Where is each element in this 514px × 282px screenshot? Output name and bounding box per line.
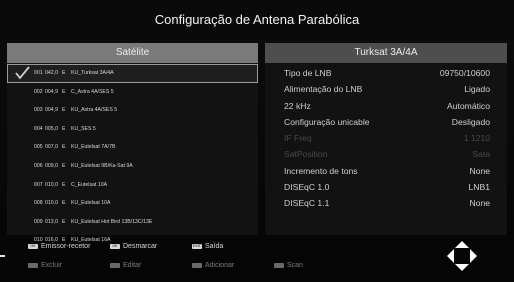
satellite-num: 004 [34,125,43,132]
satellite-name: KU_SES 5 [71,125,96,132]
setting-label: DISEqC 1.0 [284,182,330,193]
setting-value: Automático [447,100,490,111]
settings-list: Tipo de LNB 09750/10600 Alimentação do LNB… [265,65,507,212]
satellite-row[interactable]: 006 009,0 E KU_Eutelsat 9B/Ka-Sat 9A [7,157,258,176]
satellite-list: 001 042,0 E KU_Turksat 3A/4A 002 004,9 E C_Astr… [7,64,258,250]
legend-item-excluir: Excluir [28,260,62,272]
button-legend: OK Emissor-recetor OK Desmarcar EXIT Saída … [0,240,514,282]
satellite-deg: 010,0 [45,200,58,207]
setting-row[interactable]: 22 kHz Automático [265,98,507,114]
setting-value: 1 1210 [463,133,490,144]
setting-label: DISEqC 1.1 [284,198,330,209]
satellite-name: C_Eutelsat 10A [71,181,108,188]
satellite-dir: E [62,144,66,151]
satellite-name: KU_Eutelsat 7A/7B [71,144,116,151]
setting-value: None [469,165,490,176]
ok-key-icon: OK [110,243,120,249]
satellite-num: 007 [34,181,43,188]
satellite-num: 003 [34,107,43,114]
satellite-num: 001 [34,70,43,76]
legend-item-saida: EXIT Saída [192,243,224,250]
color-key-icon [110,262,120,268]
setting-value: Desligado [451,116,490,127]
satellite-dir: E [62,88,66,95]
satellite-row[interactable]: 001 042,0 E KU_Turksat 3A/4A [7,64,258,83]
setting-label: Configuração unicable [284,116,370,127]
satellite-deg: 004,9 [45,107,58,114]
satellite-name: KU_Eutelsat 10A [71,200,111,207]
setting-row[interactable]: Incremento de tons None [265,163,507,179]
color-key-icon [192,262,202,268]
setting-row: IF Freq 1 1210 [265,130,507,146]
setting-value: None [469,198,490,209]
satellite-settings-panel: Turksat 3A/4A Tipo de LNB 09750/10600 Alim… [265,43,507,235]
satellite-num: 005 [34,144,43,151]
satellite-num: 002 [34,88,43,95]
page-title: Configuração de Antena Parabólica [0,0,514,40]
satellite-row[interactable]: 003 004,9 E KU_Astra 4A/SES 5 [7,101,258,120]
check-icon [15,66,30,80]
satellite-name: KU_Eutelsat Hot Bird 13B/13C/13E [71,218,153,225]
satellite-name: KU_Turksat 3A/4A [71,70,114,76]
satellite-name: KU_Astra 4A/SES 5 [71,107,118,114]
settings-panel-title: Turksat 3A/4A [265,43,507,63]
satellite-row[interactable]: 009 013,0 E KU_Eutelsat Hot Bird 13B/13C/13… [7,213,258,232]
setting-row: SatPosition Sata [265,146,507,162]
satellite-panel-title: Satélite [7,43,258,63]
satellite-dir: E [62,181,66,188]
ok-key-icon: OK [28,243,38,249]
satellite-deg: 009,0 [45,162,58,169]
satellite-deg: 004,9 [45,88,58,95]
color-key-icon [28,262,38,268]
satellite-row[interactable]: 007 010,0 E C_Eutelsat 10A [7,176,258,195]
setting-value: 09750/10600 [439,68,490,78]
satellite-row[interactable]: 002 004,9 E C_Astra 4A/SES 5 [7,83,258,102]
setting-label: Incremento de tons [284,165,358,176]
satellite-dir: E [62,200,66,207]
setting-label: 22 kHz [284,100,311,111]
setting-label: IF Freq [284,133,312,144]
setting-value: Sata [472,149,490,160]
exit-key-icon: EXIT [192,243,202,249]
satellite-deg: 013,0 [45,218,58,225]
satellite-num: 008 [34,200,43,207]
satellite-dir: E [62,125,66,132]
legend-item-editar: Editar [110,260,141,272]
satellite-dir: E [62,107,66,114]
edge-marker [0,255,5,257]
satellite-name: KU_Eutelsat 9B/Ka-Sat 9A [71,162,133,169]
setting-value: LNB1 [468,182,491,193]
satellite-panel: Satélite 001 042,0 E KU_Turksat 3A/4A 002 004… [7,43,258,243]
satellite-deg: 005,0 [45,125,58,132]
satellite-deg: 010,0 [45,181,58,188]
satellite-row[interactable]: 005 007,0 E KU_Eutelsat 7A/7B [7,138,258,157]
setting-row[interactable]: DISEqC 1.0 LNB1 [265,179,507,195]
setting-label: SatPosition [284,149,328,160]
satellite-dir: E [62,70,66,76]
color-key-icon [274,262,284,268]
setting-row[interactable]: Configuração unicable Desligado [265,114,507,130]
legend-item-scan: Scan [274,260,303,272]
satellite-num: 006 [34,162,43,169]
screen: Configuração de Antena Parabólica Satéli… [0,0,514,282]
satellite-row[interactable]: 008 010,0 E KU_Eutelsat 10A [7,194,258,213]
navigation-arrows-icon [447,241,477,271]
setting-label: Tipo de LNB [284,68,332,78]
satellite-num: 009 [34,218,43,225]
setting-label: Alimentação do LNB [284,84,363,95]
satellite-name: C_Astra 4A/SES 5 [71,88,114,95]
satellite-row[interactable]: 004 005,0 E KU_SES 5 [7,120,258,139]
legend-item-emissor: OK Emissor-recetor [28,241,90,253]
legend-item-desmarcar: OK Desmarcar [110,241,157,253]
setting-row[interactable]: Tipo de LNB 09750/10600 [265,65,507,81]
satellite-deg: 042,0 [45,70,58,76]
satellite-deg: 007,0 [45,144,58,151]
satellite-dir: E [62,218,66,225]
satellite-dir: E [62,162,66,169]
setting-value: Ligado [464,84,490,95]
setting-row[interactable]: DISEqC 1.1 None [265,195,507,211]
legend-item-adicionar: Adicionar [192,260,234,272]
setting-row[interactable]: Alimentação do LNB Ligado [265,81,507,97]
